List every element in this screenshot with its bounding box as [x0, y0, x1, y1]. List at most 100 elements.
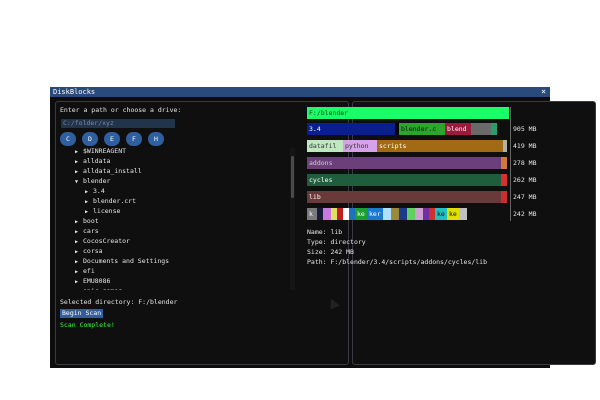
directory-block[interactable]	[415, 208, 423, 220]
directory-block[interactable]: ke	[435, 208, 447, 220]
tree-item[interactable]: ▶ corsa	[75, 246, 103, 256]
tree-item-label: alldata_install	[83, 167, 142, 175]
directory-block[interactable]	[503, 140, 507, 152]
scroll-thumb[interactable]	[291, 156, 294, 198]
tree-item-label: corsa	[83, 247, 103, 255]
tree-item-label: Documents and Settings	[83, 257, 170, 265]
directory-block[interactable]	[459, 208, 467, 220]
drive-button-f[interactable]: F	[126, 132, 142, 146]
directory-block[interactable]: datafil	[307, 140, 343, 152]
tree-item-label: blender	[83, 177, 111, 185]
tree-item-label: alldata	[83, 157, 111, 165]
directory-block[interactable]: cycles	[307, 174, 501, 186]
directory-block[interactable]: ke	[447, 208, 459, 220]
block-label: addons	[309, 159, 333, 167]
selected-directory: Selected directory: F:/blender	[60, 298, 178, 306]
directory-block[interactable]	[501, 157, 507, 169]
close-icon[interactable]: ×	[541, 87, 546, 96]
tree-item-label: efi	[83, 267, 95, 275]
info-type: Type: directory	[307, 238, 366, 246]
tree-item-label: CocosCreator	[83, 237, 130, 245]
collapsed-arrow-icon[interactable]: ▶	[75, 287, 83, 290]
tree-item[interactable]: ▶ cars	[75, 226, 99, 236]
tree-item[interactable]: ▶ efi	[75, 266, 95, 276]
path-input[interactable]: C:/folder/xyz	[61, 119, 175, 128]
block-label: blender.c	[401, 125, 437, 133]
tree-item-label: cars	[83, 227, 99, 235]
directory-block[interactable]	[383, 208, 391, 220]
block-label: cycles	[309, 176, 333, 184]
info-size: Size: 242 MB	[307, 248, 354, 256]
block-label: ker	[369, 210, 381, 218]
block-label: ke	[357, 210, 365, 218]
tree-item-label: epic games	[83, 287, 122, 290]
block-label: 3.4	[309, 125, 321, 133]
block-label: python	[345, 142, 369, 150]
expanded-arrow-icon[interactable]: ▼	[75, 177, 83, 187]
directory-block[interactable]: python	[343, 140, 377, 152]
row-size: 247 MB	[513, 193, 537, 201]
info-name: Name: lib	[307, 228, 343, 236]
directory-block[interactable]: k	[307, 208, 317, 220]
tree-item[interactable]: ▶ alldata_install	[75, 166, 142, 176]
tree-item[interactable]: ▶ boot	[75, 216, 99, 226]
left-panel: Enter a path or choose a drive: C:/folde…	[55, 101, 349, 365]
directory-block[interactable]	[471, 123, 491, 135]
block-label: scripts	[379, 142, 407, 150]
directory-block[interactable]	[391, 208, 399, 220]
begin-scan-button[interactable]: Begin Scan	[60, 309, 104, 318]
info-path: Path: F:/blender/3.4/scripts/addons/cycl…	[307, 258, 488, 266]
tree-item[interactable]: ▶ Documents and Settings	[75, 256, 169, 266]
directory-block[interactable]	[501, 174, 507, 186]
drive-button-c[interactable]: C	[60, 132, 76, 146]
tree-item[interactable]: ▶ CocosCreator	[75, 236, 130, 246]
drive-button-e[interactable]: E	[104, 132, 120, 146]
tree-item-label: boot	[83, 217, 99, 225]
directory-block[interactable]	[501, 191, 507, 203]
block-label: lib	[309, 193, 321, 201]
root-block[interactable]: F:/blender	[307, 107, 509, 119]
window-title: DiskBlocks	[53, 88, 96, 96]
tree-item[interactable]: ▶epic games	[75, 286, 122, 290]
row-size: 242 MB	[513, 210, 537, 218]
tree-item-label: EMU8086	[83, 277, 111, 285]
block-label: blend	[447, 125, 467, 133]
directory-block[interactable]	[491, 123, 497, 135]
directory-block[interactable]	[407, 208, 415, 220]
tree-item[interactable]: ▶ license	[85, 206, 120, 216]
directory-block[interactable]: blender.c	[399, 123, 445, 135]
tree-item[interactable]: ▶ 3.4	[85, 186, 105, 196]
directory-block[interactable]: ke	[355, 208, 367, 220]
row-size: 419 MB	[513, 142, 537, 150]
path-prompt: Enter a path or choose a drive:	[60, 106, 182, 114]
tree-item-label: license	[93, 207, 121, 215]
directory-tree[interactable]: ▶ $WINREAGENT ▶ alldata ▶ alldata_install ▼ ble…	[61, 148, 286, 290]
drive-button-d[interactable]: D	[82, 132, 98, 146]
directory-block[interactable]: scripts	[377, 140, 503, 152]
tree-item[interactable]: ▶ alldata	[75, 156, 110, 166]
tree-item[interactable]: ▶ blender.crt	[85, 196, 136, 206]
row-size: 905 MB	[513, 125, 537, 133]
tree-item-label: $WINREAGENT	[83, 148, 127, 155]
tree-scrollbar[interactable]	[290, 148, 295, 290]
tree-item[interactable]: ▶ $WINREAGENT	[75, 148, 126, 156]
tree-item-label: blender.crt	[93, 197, 137, 205]
directory-block[interactable]: addons	[307, 157, 501, 169]
directory-block[interactable]: lib	[307, 191, 501, 203]
block-label: ke	[449, 210, 457, 218]
scan-status: Scan Complete!	[60, 321, 115, 329]
row-size: 262 MB	[513, 176, 537, 184]
drive-button-h[interactable]: H	[148, 132, 164, 146]
directory-block[interactable]: blend	[445, 123, 471, 135]
block-label: k	[309, 210, 313, 218]
directory-block[interactable]: 3.4	[307, 123, 395, 135]
size-divider	[510, 107, 511, 221]
title-bar[interactable]: DiskBlocks ×	[50, 87, 550, 97]
directory-block[interactable]: ker	[367, 208, 383, 220]
directory-block[interactable]	[323, 208, 331, 220]
row-size: 278 MB	[513, 159, 537, 167]
directory-block[interactable]	[399, 208, 407, 220]
block-label: ke	[437, 210, 445, 218]
tree-item[interactable]: ▼ blender	[75, 176, 110, 186]
tree-item[interactable]: ▶ EMU8086	[75, 276, 110, 286]
